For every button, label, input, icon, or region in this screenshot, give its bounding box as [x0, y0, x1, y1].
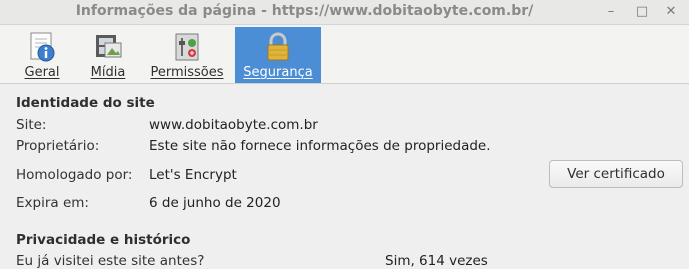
site-value: www.dobitaobyte.com.br — [149, 117, 318, 133]
view-certificate-button[interactable]: Ver certificado — [549, 160, 683, 188]
visited-before-value: Sim, 614 vezes — [385, 253, 488, 269]
close-button[interactable]: ✕ — [662, 3, 680, 21]
verified-by-label: Homologado por: — [16, 167, 133, 183]
minimize-button[interactable]: – — [602, 3, 620, 21]
lock-icon — [267, 32, 289, 61]
owner-label: Proprietário: — [16, 138, 100, 154]
media-film-icon — [96, 35, 122, 58]
tab-label: Mídia — [90, 65, 126, 80]
permissions-settings-icon — [175, 33, 199, 61]
tab-geral[interactable]: Geral — [12, 27, 72, 83]
tab-seguranca[interactable]: Segurança — [235, 27, 321, 83]
tab-label: Permissões — [150, 65, 224, 80]
privacy-heading: Privacidade e histórico — [16, 232, 191, 248]
expires-label: Expira em: — [16, 195, 89, 211]
tab-toolbar: Geral Mídia Permissões Segurança — [0, 25, 689, 84]
site-label: Site: — [16, 117, 47, 133]
tab-midia[interactable]: Mídia — [82, 27, 134, 83]
verified-by-value: Let's Encrypt — [149, 167, 237, 183]
window-title: Informações da página - https://www.dobi… — [75, 3, 534, 19]
tab-permissoes[interactable]: Permissões — [144, 27, 230, 83]
tab-label: Segurança — [243, 65, 313, 80]
maximize-button[interactable]: □ — [633, 3, 651, 21]
expires-value: 6 de junho de 2020 — [149, 195, 281, 211]
identity-heading: Identidade do site — [16, 95, 155, 111]
window-titlebar: Informações da página - https://www.dobi… — [0, 0, 689, 25]
info-document-icon — [30, 32, 55, 62]
visited-before-label: Eu já visitei este site antes? — [16, 253, 205, 269]
tab-label: Geral — [24, 65, 60, 80]
owner-value: Este site não fornece informações de pro… — [149, 138, 491, 154]
